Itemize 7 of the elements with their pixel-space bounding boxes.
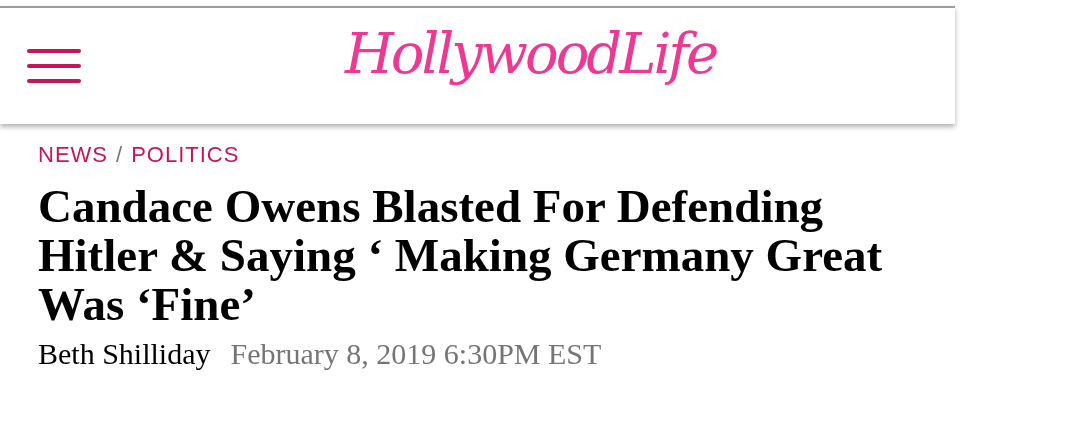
article-headline: Candace Owens Blasted For Defending Hitler & Saying ‘ Making Germany Great Was ‘Fine’ — [38, 182, 884, 329]
menu-icon[interactable] — [27, 49, 81, 83]
publish-date: February 8, 2019 6:30PM EST — [230, 339, 602, 369]
author-name[interactable]: Beth Shilliday — [38, 339, 211, 369]
breadcrumb-link[interactable]: POLITICS — [131, 144, 240, 166]
breadcrumb-separator: / — [116, 144, 124, 166]
breadcrumb-link[interactable]: NEWS — [38, 144, 108, 166]
